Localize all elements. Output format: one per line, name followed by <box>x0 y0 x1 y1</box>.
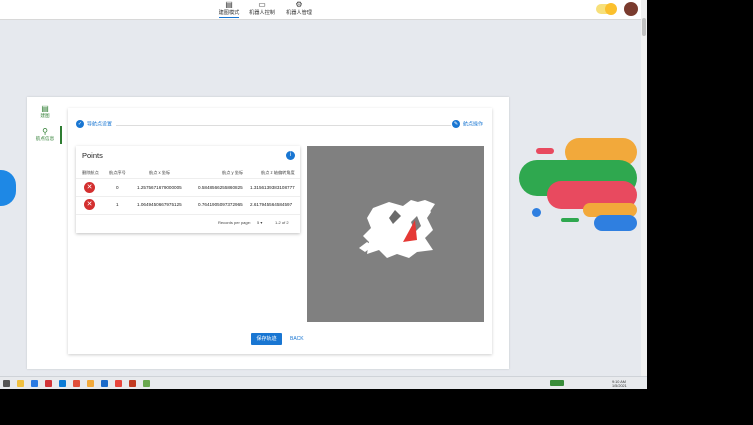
stepper-line <box>116 125 451 126</box>
os-taskbar: 9:10 AM 1/5/2021 <box>0 376 647 389</box>
header-z: 航点 z 轴偏转角度 <box>261 170 295 175</box>
side-nav: ▤ 建图 ⚲ 航点信息 <box>34 104 62 150</box>
row-1-index: 1 <box>116 202 119 207</box>
row-1-z: 2.617945564584597 <box>250 202 293 207</box>
row-1-y: 0.7641905097372965 <box>198 202 243 207</box>
row-divider <box>76 214 300 215</box>
decorative-blue-circle <box>0 170 16 206</box>
location-pin-icon: ⚲ <box>42 127 48 136</box>
nav-robot-management[interactable]: ⚙ 机器人管理 <box>278 0 320 17</box>
tray-clock[interactable]: 9:10 AM 1/5/2021 <box>612 380 627 388</box>
tray-icon[interactable] <box>550 380 564 386</box>
decorative-stripe <box>594 215 637 231</box>
toggle-knob <box>605 3 617 15</box>
row-divider <box>76 196 300 197</box>
points-title: Points <box>82 151 103 160</box>
records-per-page-label: Records per page: <box>218 220 251 225</box>
map-view[interactable] <box>307 146 484 322</box>
scrollbar-thumb[interactable] <box>642 18 646 36</box>
top-nav-bar: ▤ 建图模式 ▭ 机器人控制 ⚙ 机器人管理 <box>0 0 641 20</box>
save-trajectory-button[interactable]: 保存轨迹 <box>251 333 282 345</box>
nav-robot-control[interactable]: ▭ 机器人控制 <box>241 0 283 17</box>
app-icon[interactable] <box>87 380 94 387</box>
edit-icon: ✎ <box>452 120 460 128</box>
sidebar-item-mapping[interactable]: ▤ 建图 <box>34 104 56 119</box>
delete-waypoint-button[interactable]: ✕ <box>84 182 95 193</box>
app-icon[interactable] <box>129 380 136 387</box>
row-0-z: 1.3156139383108777 <box>250 185 295 190</box>
header-delete: 删除航点 <box>82 170 99 175</box>
step-2[interactable]: ✎ 航点操作 <box>452 120 483 128</box>
back-button[interactable]: BACK <box>290 333 304 345</box>
file-explorer-icon[interactable] <box>17 380 24 387</box>
decorative-dot <box>532 208 541 217</box>
app-icon[interactable] <box>73 380 80 387</box>
app-icon[interactable] <box>45 380 52 387</box>
decorative-stripe <box>561 218 579 222</box>
row-0-x: 1.2575671679000005 <box>137 185 182 190</box>
page-scrollbar[interactable] <box>641 0 647 378</box>
gamepad-icon: ▭ <box>258 0 266 9</box>
browser-viewport: ▤ 建图模式 ▭ 机器人控制 ⚙ 机器人管理 ▤ 建图 ⚲ 航点信息 ✓ 导航点… <box>0 0 647 389</box>
row-0-index: 0 <box>116 185 119 190</box>
info-icon[interactable]: i <box>286 151 295 160</box>
sidebar-item-waypoints[interactable]: ⚲ 航点信息 <box>34 127 56 142</box>
pagination-range: 1-2 of 2 <box>275 220 289 225</box>
edge-icon[interactable] <box>59 380 66 387</box>
decorative-stripe <box>536 148 554 154</box>
theme-toggle[interactable] <box>596 3 617 15</box>
row-divider <box>76 178 300 179</box>
delete-waypoint-button[interactable]: ✕ <box>84 199 95 210</box>
map-icon: ▤ <box>41 104 49 113</box>
vscode-icon[interactable] <box>31 380 38 387</box>
waypoint-panel: ✓ 导航点设置 ✎ 航点操作 Points i 删除航点 航点序号 航点 x 坐标 … <box>68 108 492 354</box>
points-table: Points i 删除航点 航点序号 航点 x 坐标 航点 y 坐标 航点 z … <box>76 146 300 233</box>
avatar[interactable] <box>624 2 638 16</box>
records-per-page-select[interactable]: 5 ▾ <box>257 220 262 225</box>
gear-icon: ⚙ <box>295 0 303 9</box>
row-1-x: 1.0649450667975125 <box>137 202 182 207</box>
header-x: 航点 x 坐标 <box>149 170 171 175</box>
app-icon[interactable] <box>143 380 150 387</box>
occupancy-map <box>359 200 435 258</box>
chrome-icon[interactable] <box>115 380 122 387</box>
header-index: 航点序号 <box>109 170 126 175</box>
step-1[interactable]: ✓ 导航点设置 <box>76 120 112 128</box>
steam-icon[interactable] <box>101 380 108 387</box>
check-icon: ✓ <box>76 120 84 128</box>
start-icon[interactable] <box>3 380 10 387</box>
main-card: ▤ 建图 ⚲ 航点信息 ✓ 导航点设置 ✎ 航点操作 Points i 删除航点 航… <box>27 97 509 369</box>
row-0-y: 0.5848566255860825 <box>198 185 243 190</box>
active-indicator <box>60 126 62 144</box>
header-y: 航点 y 坐标 <box>222 170 244 175</box>
